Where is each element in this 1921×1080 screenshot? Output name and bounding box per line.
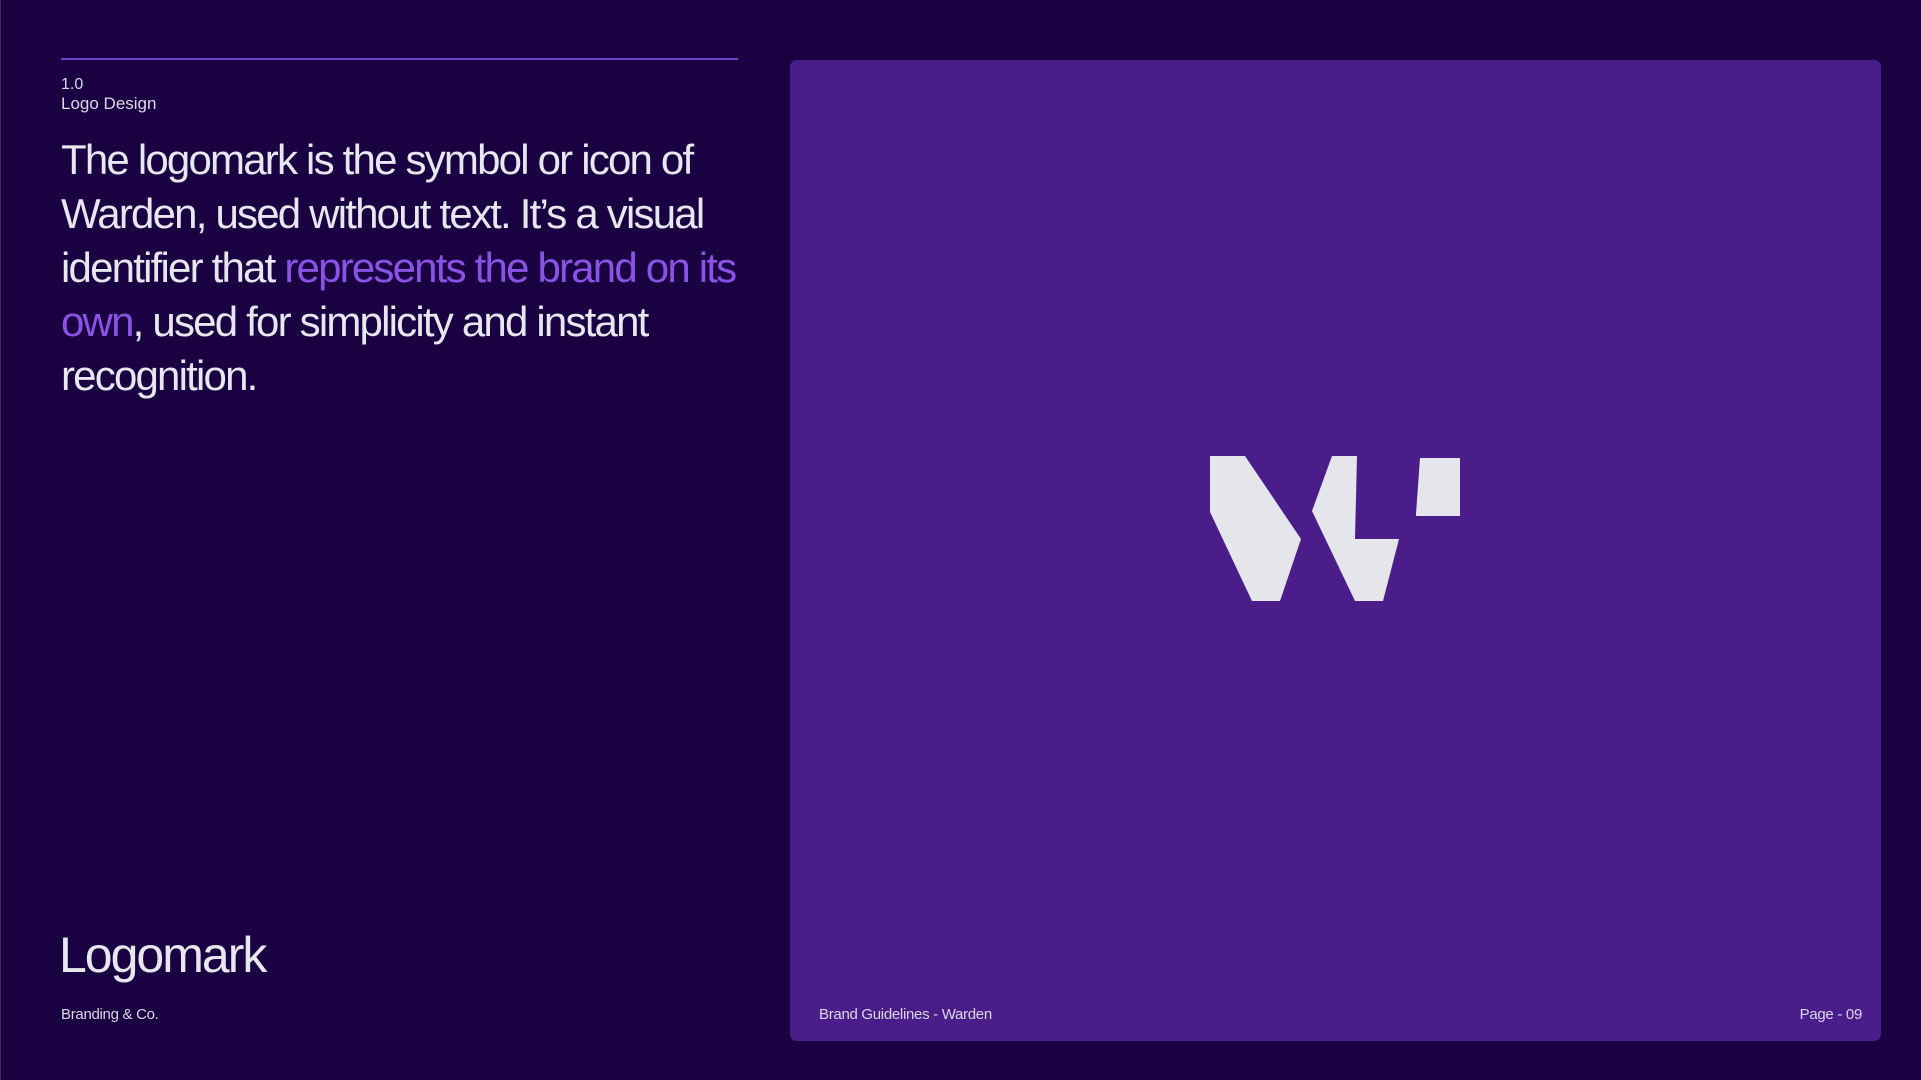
company-name: Branding & Co.: [61, 1006, 159, 1023]
page-number: Page - 09: [1799, 1006, 1863, 1023]
logomark-middle-stroke: [1312, 456, 1399, 601]
section-title: Logo Design: [61, 94, 157, 113]
top-divider: [61, 58, 738, 60]
section-number: 1.0: [61, 76, 84, 93]
brand-guidelines-page: 1.0 Logo Design The logomark is the symb…: [0, 0, 1921, 1080]
page-heading: Logomark: [59, 927, 267, 983]
logo-showcase-panel: Brand Guidelines - Warden Page - 09: [790, 60, 1881, 1041]
logomark-description: The logomark is the symbol or icon of Wa…: [61, 133, 751, 403]
document-title: Brand Guidelines - Warden: [819, 1006, 992, 1023]
logomark-left-stroke: [1210, 456, 1301, 601]
warden-w-logomark-icon: [1210, 456, 1460, 601]
description-text-end: , used for simplicity and instant recogn…: [61, 298, 649, 399]
logomark-right-stroke: [1416, 458, 1460, 516]
